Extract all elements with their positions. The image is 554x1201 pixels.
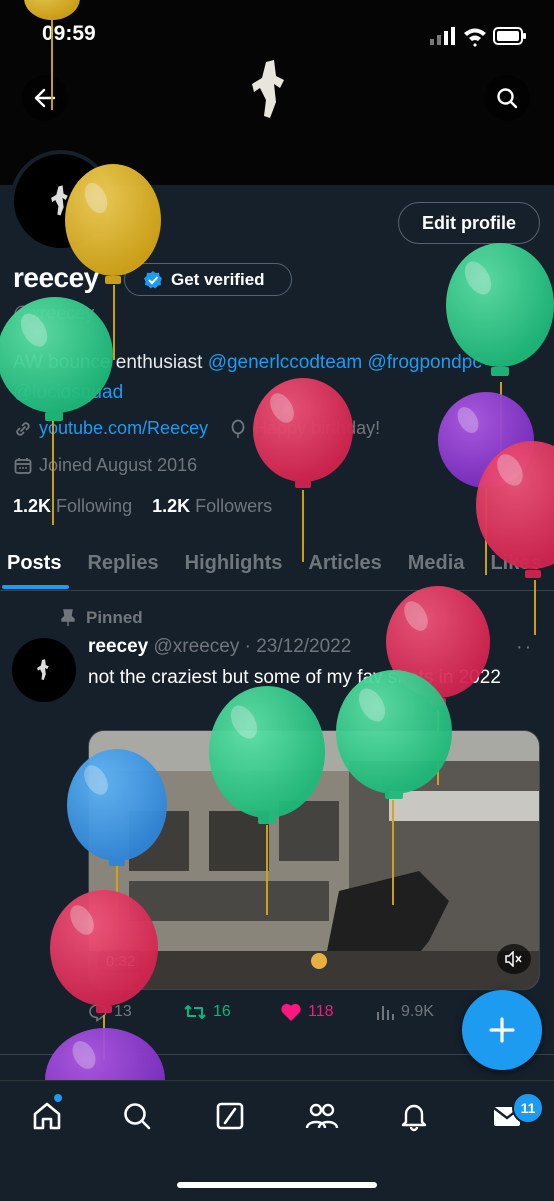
followers-label: Followers [195, 496, 273, 516]
home-indicator [177, 1182, 377, 1188]
avatar-figure-image [37, 659, 49, 681]
bio-mention-2[interactable]: @frogpondpc [367, 352, 481, 373]
link-icon [16, 421, 30, 436]
like-count: 118 [308, 1003, 334, 1020]
heart-icon [281, 1003, 301, 1021]
grok-icon [216, 1102, 244, 1130]
follow-stats: 1.2K Following 1.2K Followers [13, 496, 272, 517]
status-time: 09:59 [42, 22, 96, 45]
profile-joined-row: Joined August 2016 [13, 455, 197, 476]
tab-replies[interactable]: Replies [74, 552, 171, 575]
nav-grok[interactable] [210, 1096, 250, 1136]
pinned-text: Pinned [86, 608, 143, 627]
profile-tabs: Posts Replies Highlights Articles Media … [0, 536, 554, 591]
home-notification-dot [54, 1094, 62, 1102]
views-button[interactable]: 9.9K [375, 1002, 434, 1022]
video-frame-image [89, 731, 539, 989]
compose-icon [489, 1017, 515, 1043]
tweet-more-button[interactable]: ·· [516, 636, 533, 659]
balloon-icon [231, 419, 245, 438]
back-button[interactable] [22, 75, 68, 121]
views-count: 9.9K [401, 1003, 434, 1020]
tab-highlights[interactable]: Highlights [172, 552, 296, 575]
tweet-avatar[interactable] [12, 638, 76, 702]
get-verified-button[interactable]: Get verified [124, 263, 292, 296]
nav-notifications[interactable] [394, 1096, 434, 1136]
reply-button[interactable]: 13 [88, 1002, 183, 1022]
compose-button[interactable] [462, 990, 542, 1070]
tweet-handle-date: @xreecey · 23/12/2022 [153, 636, 352, 657]
messages-badge: 11 [512, 1092, 544, 1124]
profile-website-link[interactable]: youtube.com/Reecey [39, 418, 208, 439]
profile-name: reecey [13, 262, 99, 293]
edit-profile-button[interactable]: Edit profile [398, 202, 540, 244]
bio-text: AW bounce enthusiast [13, 352, 208, 373]
bio-mention-1[interactable]: @generlccodteam [208, 352, 362, 373]
tweet-text: not the craziest but some of my fav shot… [88, 667, 501, 688]
retweet-icon [184, 1005, 206, 1019]
get-verified-label: Get verified [171, 269, 265, 289]
communities-icon [305, 1103, 339, 1129]
video-duration: 0:32 [98, 950, 144, 973]
views-icon [377, 1006, 394, 1020]
retweet-button[interactable]: 16 [183, 1002, 280, 1022]
mute-icon [505, 951, 522, 967]
profile-handle: @xreecey [13, 303, 95, 323]
banner-figure-image [252, 60, 284, 118]
home-icon [33, 1102, 61, 1130]
active-tab-indicator [2, 585, 69, 589]
tab-articles[interactable]: Articles [295, 552, 394, 575]
profile-meta-row: youtube.com/Reecey Happy birthday! [13, 418, 380, 439]
tab-likes[interactable]: Likes [477, 552, 554, 575]
profile-birthday: Happy birthday! [254, 418, 381, 438]
reply-count: 13 [114, 1003, 132, 1020]
mute-button[interactable] [497, 944, 531, 974]
calendar-icon [14, 457, 32, 474]
nav-communities[interactable] [302, 1096, 342, 1136]
profile-avatar[interactable] [10, 150, 112, 252]
pin-icon [61, 609, 75, 626]
bell-icon [401, 1104, 427, 1132]
bio-mention-3[interactable]: @lucidsquad [13, 382, 123, 403]
tweet-author-name[interactable]: reecey [88, 636, 148, 657]
reply-icon [89, 1004, 107, 1022]
tweet-header: reecey @xreecey · 23/12/2022 [88, 636, 351, 658]
like-button[interactable]: 118 [280, 1002, 375, 1022]
nav-home[interactable] [27, 1096, 67, 1136]
tab-posts[interactable]: Posts [0, 552, 74, 575]
search-icon [124, 1103, 151, 1130]
back-icon [34, 88, 56, 108]
search-icon [497, 88, 518, 109]
status-icons [430, 27, 526, 47]
profile-joined: Joined August 2016 [39, 455, 198, 475]
pinned-label: Pinned [60, 608, 143, 628]
following-count: 1.2K [13, 496, 52, 516]
following-label: Following [56, 496, 133, 516]
tweet-actions: 13 16 118 9.9K [88, 1002, 468, 1022]
following-link[interactable]: 1.2K Following [13, 496, 132, 516]
followers-link[interactable]: 1.2K Followers [152, 496, 272, 516]
retweet-count: 16 [213, 1003, 231, 1020]
tab-media[interactable]: Media [395, 552, 478, 575]
nav-search[interactable] [117, 1096, 157, 1136]
tweet-video[interactable] [88, 730, 540, 990]
avatar-figure-image [51, 185, 68, 216]
verified-badge-icon [144, 270, 162, 288]
profile-bio: AW bounce enthusiast @generlccodteam @fr… [13, 348, 548, 408]
search-button[interactable] [484, 75, 530, 121]
followers-count: 1.2K [152, 496, 191, 516]
